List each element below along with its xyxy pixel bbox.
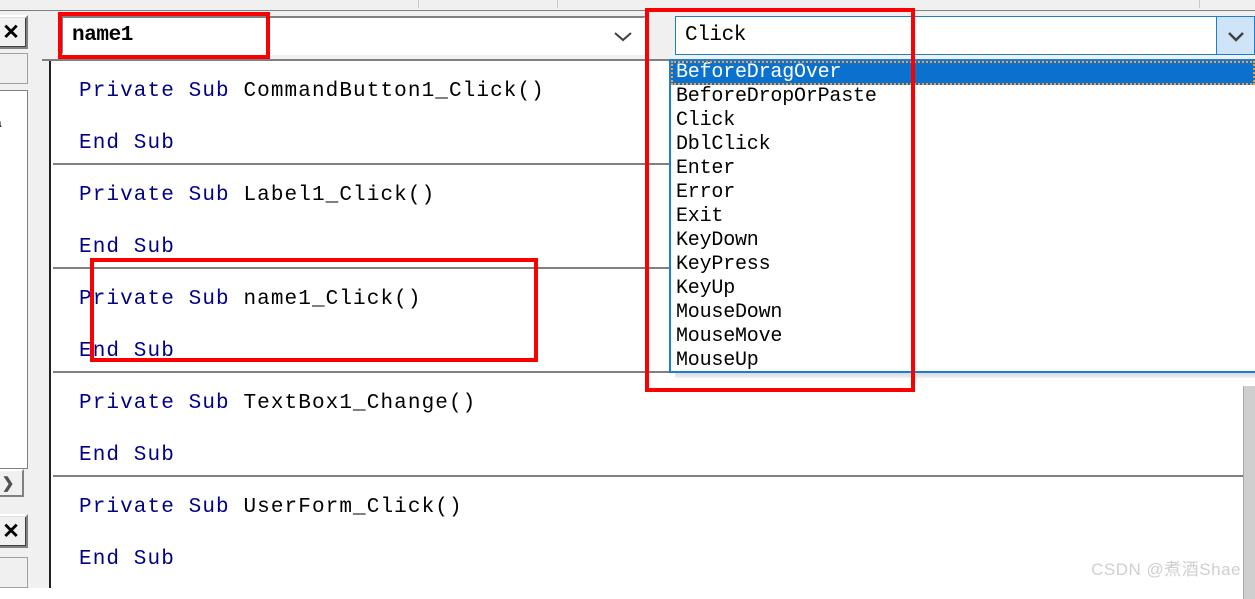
scroll-right-button[interactable]: ❯: [0, 469, 24, 497]
code-identifier: TextBox1_Change(): [243, 392, 477, 415]
code-identifier: Label1_Click(): [243, 184, 436, 207]
object-dropdown-value: name1: [72, 24, 134, 47]
dropdown-option[interactable]: Error: [671, 181, 1255, 205]
code-keyword: Private Sub: [79, 392, 244, 415]
vertical-scrollbar[interactable]: [1243, 386, 1255, 599]
dropdown-option[interactable]: Exit: [671, 205, 1255, 229]
dropdown-option[interactable]: BeforeDropOrPaste: [671, 85, 1255, 109]
code-line-signature: Private Sub Label1_Click(): [79, 184, 435, 207]
dropdown-option[interactable]: Enter: [671, 157, 1255, 181]
dropdown-option[interactable]: DblClick: [671, 133, 1255, 157]
code-line-end: End Sub: [79, 236, 175, 259]
code-identifier: UserForm_Click(): [243, 496, 463, 519]
procedure-dropdown[interactable]: Click: [675, 16, 1255, 55]
procedure-dropdown-value: Click: [685, 24, 747, 47]
code-identifier: CommandButton1_Click(): [243, 80, 545, 103]
panel-text-fragment: ila: [0, 115, 1, 130]
code-line-signature: Private Sub TextBox1_Change(): [79, 392, 476, 415]
screen-root: ✕ ila ❯ ✕ name1 Cli: [0, 0, 1255, 599]
chevron-right-icon: ❯: [1, 474, 15, 492]
left-docked-panel-column: ✕ ila ❯ ✕: [0, 11, 42, 588]
panel-blank-button[interactable]: [0, 53, 28, 84]
dropdown-option[interactable]: Click: [671, 109, 1255, 133]
close-icon: ✕: [2, 20, 20, 44]
code-keyword: Private Sub: [79, 496, 244, 519]
panel-blank-button-bottom[interactable]: [0, 557, 28, 588]
dropdown-option[interactable]: MouseMove: [671, 325, 1255, 349]
code-line-end: End Sub: [79, 444, 175, 467]
toolbar-separator: [418, 0, 419, 8]
code-identifier: name1_Click(): [243, 288, 422, 311]
chevron-down-icon: [1225, 29, 1247, 43]
procedure-dropdown-list[interactable]: BeforeDragOver BeforeDropOrPaste Click DblC…: [669, 59, 1255, 373]
close-icon-button-bottom[interactable]: ✕: [0, 514, 28, 548]
procedure-dropdown-toggle[interactable]: [1216, 17, 1254, 54]
toolbar-separator: [1199, 0, 1200, 8]
dropdown-option[interactable]: KeyDown: [671, 229, 1255, 253]
code-line-signature: Private Sub name1_Click(): [79, 288, 422, 311]
code-line-signature: Private Sub CommandButton1_Click(): [79, 80, 545, 103]
top-toolbar-strip: [0, 0, 1255, 11]
close-icon: ✕: [2, 519, 20, 543]
properties-panel-fragment: ila: [0, 90, 28, 469]
code-margin-indicator-bar: [42, 61, 51, 588]
dropdown-option[interactable]: KeyPress: [671, 253, 1255, 277]
code-keyword: Private Sub: [79, 184, 244, 207]
code-line-signature: Private Sub UserForm_Click(): [79, 496, 463, 519]
close-icon-button-top[interactable]: ✕: [0, 15, 28, 49]
code-line-end: End Sub: [79, 548, 175, 571]
procedure-block: Private Sub UserForm_Click() End Sub: [53, 477, 1255, 581]
code-keyword: Private Sub: [79, 288, 244, 311]
toolbar-separator: [557, 0, 558, 8]
code-line-end: End Sub: [79, 132, 175, 155]
chevron-down-icon: [612, 29, 634, 43]
code-line-end: End Sub: [79, 340, 175, 363]
dropdown-option[interactable]: MouseDown: [671, 301, 1255, 325]
watermark: CSDN @煮酒Shae: [1091, 560, 1241, 579]
object-dropdown[interactable]: name1: [61, 16, 646, 55]
combo-toolbar-row: name1 Click: [42, 11, 1255, 61]
dropdown-option[interactable]: MouseUp: [671, 349, 1255, 371]
dropdown-option[interactable]: KeyUp: [671, 277, 1255, 301]
dropdown-option[interactable]: BeforeDragOver: [671, 61, 1255, 85]
procedure-block: Private Sub TextBox1_Change() End Sub: [53, 373, 1255, 477]
dropdown-shadow: [675, 373, 1255, 378]
code-keyword: Private Sub: [79, 80, 244, 103]
